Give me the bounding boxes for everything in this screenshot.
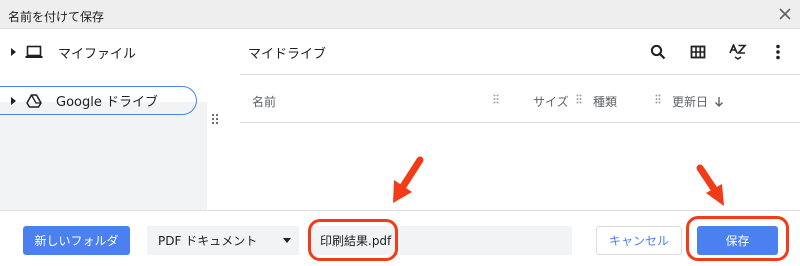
drag-handle-icon	[655, 94, 661, 104]
dialog-footer: 新しいフォルダ PDF ドキュメント キャンセル 保存	[0, 210, 800, 266]
more-vert-icon	[776, 44, 780, 60]
expand-triangle-icon[interactable]	[11, 48, 16, 56]
dropdown-caret-icon	[283, 238, 291, 243]
column-header-name[interactable]: 名前	[252, 93, 276, 110]
file-type-select[interactable]: PDF ドキュメント	[147, 226, 299, 255]
sort-button[interactable]	[724, 38, 752, 66]
search-icon	[650, 44, 666, 60]
cancel-button[interactable]: キャンセル	[596, 226, 682, 255]
expand-triangle-icon[interactable]	[11, 96, 16, 105]
close-button[interactable]	[776, 5, 794, 23]
column-header-label: 更新日	[672, 95, 709, 109]
sidebar-item-my-files[interactable]: マイファイル	[0, 38, 205, 66]
column-resize-grip[interactable]	[492, 93, 500, 105]
column-header-size[interactable]: サイズ	[533, 93, 569, 110]
sidebar: マイファイル Google ドライブ	[0, 30, 207, 240]
sidebar-item-label: Google ドライブ	[56, 95, 158, 110]
save-button[interactable]: 保存	[697, 226, 778, 255]
search-button[interactable]	[644, 38, 672, 66]
filename-input[interactable]	[312, 226, 572, 255]
sort-az-icon	[729, 44, 747, 60]
file-list-pane: マイドライブ 名前 サイズ 種類 更新日	[240, 30, 800, 210]
dialog-title: 名前を付けて保存	[8, 10, 105, 24]
drag-handle-icon	[576, 94, 582, 104]
close-icon	[779, 8, 791, 20]
column-header-divider	[240, 122, 800, 123]
grid-view-icon	[690, 45, 706, 59]
google-drive-icon	[24, 91, 44, 111]
drag-handle-icon	[211, 113, 219, 125]
drag-handle-icon	[493, 94, 499, 104]
column-header-modified[interactable]: 更新日	[672, 93, 724, 110]
sidebar-item-google-drive[interactable]: Google ドライブ	[0, 86, 197, 115]
column-resize-grip[interactable]	[654, 93, 662, 105]
toolbar-divider	[240, 74, 800, 75]
breadcrumb[interactable]: マイドライブ	[248, 43, 326, 62]
file-type-selected-value: PDF ドキュメント	[158, 234, 258, 248]
sidebar-item-label: マイファイル	[58, 46, 137, 62]
new-folder-button[interactable]: 新しいフォルダ	[23, 226, 130, 255]
laptop-icon	[24, 42, 44, 62]
column-header-type[interactable]: 種類	[593, 93, 617, 110]
sidebar-resize-handle[interactable]	[210, 112, 220, 126]
grid-view-button[interactable]	[684, 38, 712, 66]
title-bar: 名前を付けて保存	[0, 0, 800, 29]
more-options-button[interactable]	[764, 38, 792, 66]
column-resize-grip[interactable]	[575, 93, 583, 105]
arrow-down-icon	[715, 96, 724, 107]
